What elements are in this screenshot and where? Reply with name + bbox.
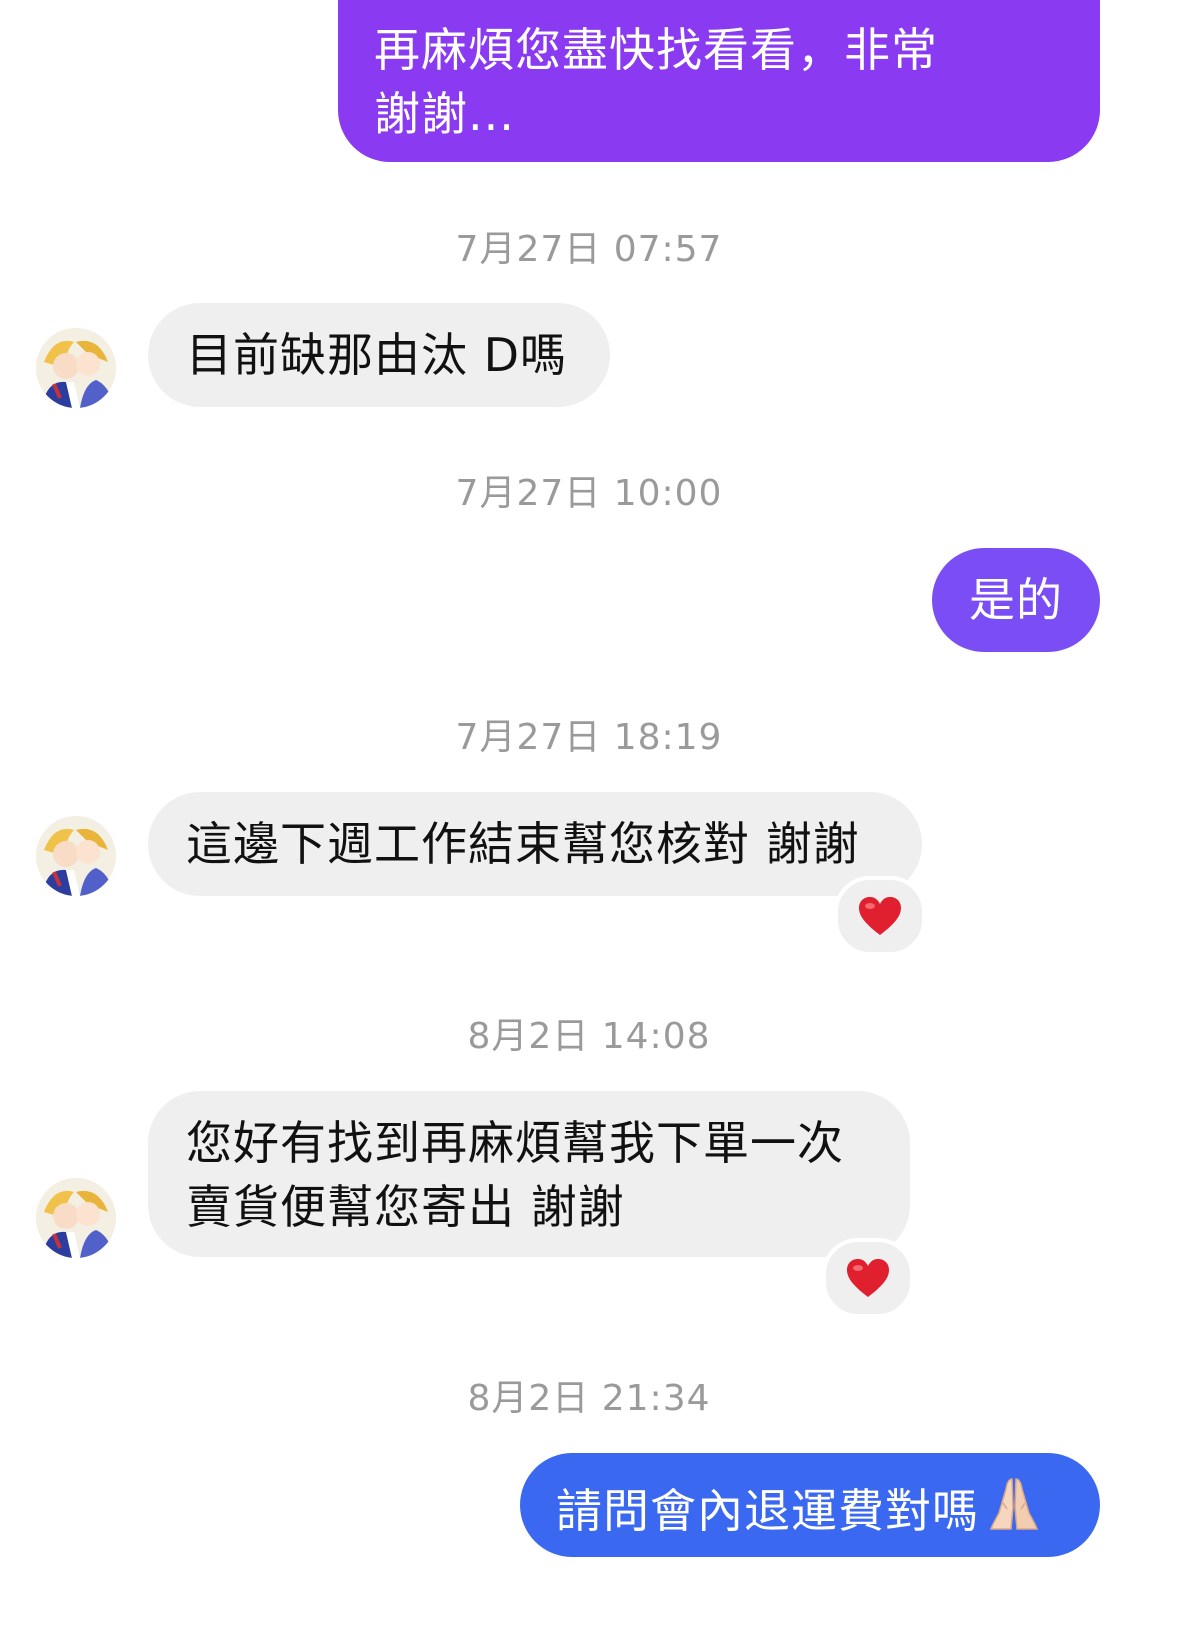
message-text-line: 請問會內退運費對嗎 [556, 1473, 1100, 1551]
avatar[interactable] [36, 1178, 116, 1258]
message-text: 請問會內退運費對嗎 [556, 1484, 979, 1538]
message-text-line: 目前缺那由汰 D嗎 [186, 328, 568, 382]
timestamp: 7月27日 18:19 [455, 717, 723, 758]
avatar[interactable] [36, 328, 116, 408]
heart-emoji-icon [847, 1259, 889, 1297]
reaction-badge[interactable] [822, 1238, 914, 1318]
message-text-line: 您好有找到再麻煩幫我下單一次 [186, 1116, 844, 1170]
message-text-line: 再麻煩您盡快找看看，非常 [374, 23, 938, 77]
message-text-line: 是的 [969, 573, 1063, 627]
reaction-badge[interactable] [834, 876, 926, 956]
outgoing-message-bubble[interactable]: 請問會內退運費對嗎 [520, 1453, 1100, 1557]
avatar-illustration [36, 328, 116, 408]
incoming-message-bubble[interactable]: 目前缺那由汰 D嗎 [148, 303, 610, 407]
heart-emoji-icon [859, 897, 901, 935]
avatar[interactable] [36, 816, 116, 896]
folded-hands-emoji-icon [983, 1473, 1045, 1551]
timestamp: 7月27日 07:57 [455, 229, 723, 270]
avatar-illustration [36, 816, 116, 896]
outgoing-message-bubble[interactable]: 再麻煩您盡快找看看，非常 謝謝... [338, 0, 1100, 162]
message-text-line: 這邊下週工作結束幫您核對 謝謝 [186, 817, 860, 871]
message-text-line: 謝謝... [374, 87, 515, 141]
avatar-illustration [36, 1178, 116, 1258]
incoming-message-bubble[interactable]: 您好有找到再麻煩幫我下單一次 賣貨便幫您寄出 謝謝 [148, 1091, 910, 1257]
incoming-message-bubble[interactable]: 這邊下週工作結束幫您核對 謝謝 [148, 792, 922, 896]
timestamp: 8月2日 21:34 [467, 1378, 711, 1419]
timestamp: 8月2日 14:08 [467, 1016, 711, 1057]
message-text-line: 賣貨便幫您寄出 謝謝 [186, 1180, 625, 1234]
timestamp: 7月27日 10:00 [455, 473, 723, 514]
outgoing-message-bubble[interactable]: 是的 [932, 548, 1100, 652]
